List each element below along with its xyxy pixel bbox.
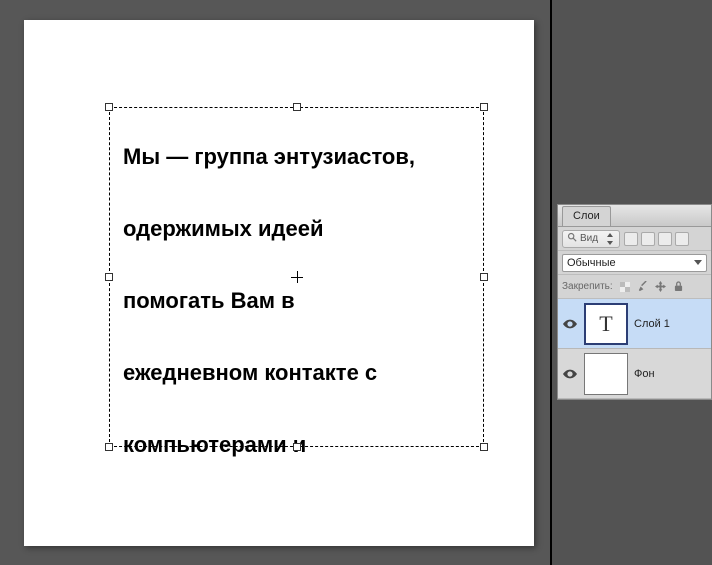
filter-button-4[interactable] <box>675 232 689 246</box>
layer-name[interactable]: Фон <box>634 368 655 380</box>
layer-filter-select[interactable]: Вид <box>562 230 620 248</box>
document-workspace: Мы — группа энтузиастов, одержимых идеей… <box>0 0 550 565</box>
visibility-toggle[interactable] <box>562 366 578 382</box>
blend-mode-row: Обычные <box>558 251 711 275</box>
transform-handle-mid-right[interactable] <box>480 273 488 281</box>
layers-list: T Слой 1 Фон <box>558 299 711 399</box>
layers-panel: Слои Вид Обычные Зак <box>557 204 712 400</box>
layer-row[interactable]: T Слой 1 <box>558 299 711 349</box>
search-icon <box>567 232 577 245</box>
filter-button-2[interactable] <box>641 232 655 246</box>
transform-handle-bottom-left[interactable] <box>105 443 113 451</box>
text-frame[interactable]: Мы — группа энтузиастов, одержимых идеей… <box>109 107 484 447</box>
lock-row: Закрепить: <box>558 275 711 299</box>
filter-button-1[interactable] <box>624 232 638 246</box>
transform-handle-top-mid[interactable] <box>293 103 301 111</box>
layer-filter-buttons <box>624 232 689 246</box>
lock-brush-icon[interactable] <box>637 281 649 293</box>
tab-layers[interactable]: Слои <box>562 206 611 226</box>
visibility-toggle[interactable] <box>562 316 578 332</box>
layer-thumbnail[interactable] <box>584 353 628 395</box>
transform-handle-mid-left[interactable] <box>105 273 113 281</box>
document-canvas[interactable]: Мы — группа энтузиастов, одержимых идеей… <box>24 20 534 546</box>
lock-transparent-icon[interactable] <box>619 281 631 293</box>
blend-mode-value: Обычные <box>567 257 616 269</box>
blend-mode-select[interactable]: Обычные <box>562 254 707 272</box>
layers-filter-row: Вид <box>558 227 711 251</box>
filter-button-3[interactable] <box>658 232 672 246</box>
layer-row[interactable]: Фон <box>558 349 711 399</box>
layer-name[interactable]: Слой 1 <box>634 318 670 330</box>
transform-handle-top-left[interactable] <box>105 103 113 111</box>
text-layer-icon: T <box>599 311 612 337</box>
panels-dock: Слои Вид Обычные Зак <box>552 0 712 565</box>
transform-handle-bottom-right[interactable] <box>480 443 488 451</box>
transform-handle-bottom-mid[interactable] <box>293 443 301 451</box>
layer-filter-label: Вид <box>580 233 598 244</box>
lock-all-icon[interactable] <box>673 281 685 293</box>
lock-label: Закрепить: <box>562 281 613 292</box>
lock-move-icon[interactable] <box>655 281 667 293</box>
stepper-arrows-icon <box>605 232 615 246</box>
chevron-down-icon <box>694 260 702 265</box>
text-content[interactable]: Мы — группа энтузиастов, одержимых идеей… <box>123 121 474 481</box>
panel-tabbar: Слои <box>558 205 711 227</box>
transform-handle-top-right[interactable] <box>480 103 488 111</box>
layer-thumbnail[interactable]: T <box>584 303 628 345</box>
